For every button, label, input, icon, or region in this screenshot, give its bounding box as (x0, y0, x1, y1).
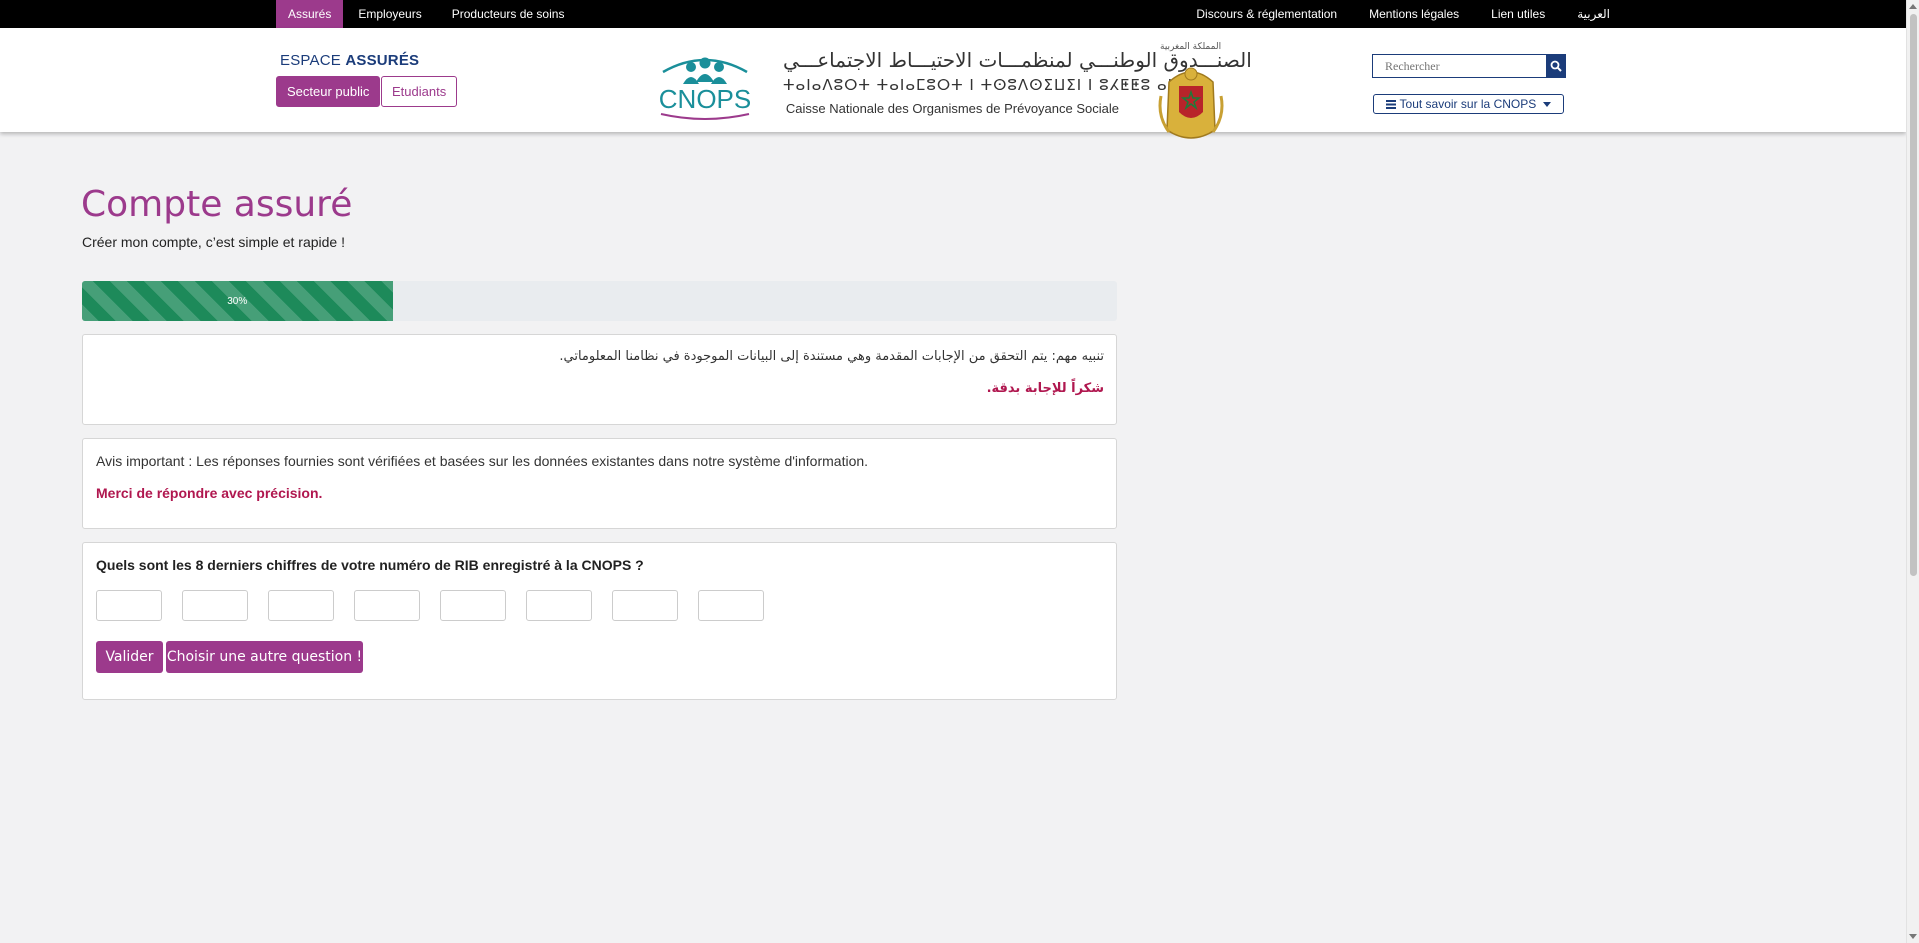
scroll-up-icon[interactable] (1909, 4, 1917, 9)
caret-down-icon (1542, 102, 1551, 107)
progress-bar: 30% (82, 281, 1117, 321)
thanks-text-french: Merci de répondre avec précision. (96, 485, 323, 501)
nav-item-producteurs[interactable]: Producteurs de soins (437, 0, 580, 28)
scrollbar-thumb[interactable] (1910, 14, 1917, 576)
rib-digit-input[interactable] (182, 590, 248, 621)
notice-card-arabic: تنبيه مهم: يتم التحقق من الإجابات المقدم… (82, 334, 1117, 425)
page-subtitle: Créer mon compte, c’est simple et rapide… (82, 234, 345, 250)
espace-prefix: ESPACE (280, 52, 341, 69)
tout-savoir-dropdown[interactable]: Tout savoir sur la CNOPS (1373, 94, 1564, 114)
rib-digit-input[interactable] (612, 590, 678, 621)
question-card: Quels sont les 8 derniers chiffres de vo… (82, 542, 1117, 700)
nav-item-arabic[interactable]: العربية (1561, 0, 1626, 28)
org-name-tifinagh: ⵜⴰⵏⴰⴷⵓⵔⵜ ⵜⴰⵏⴰⵎⵓⵔⵜ ⵏ ⵜⵙⵓⴷⵙⵉⵡⵉⵏ ⵏ ⵓⵃⵟⵟⵓ ⴰⵏ… (783, 76, 1210, 94)
scroll-down-icon[interactable] (1909, 934, 1917, 939)
etudiants-button[interactable]: Etudiants (381, 76, 458, 107)
nav-item-employeurs[interactable]: Employeurs (343, 0, 436, 28)
hamburger-icon (1386, 100, 1397, 109)
page-scrollbar[interactable] (1906, 0, 1919, 943)
nav-item-assures[interactable]: Assurés (276, 0, 344, 36)
thanks-text-arabic: شكراً للإجابة بدقة. (986, 381, 1104, 396)
site-header: ESPACE ASSURÉS Secteur public Etudiants … (0, 28, 1906, 139)
notice-text-french: Avis important : Les réponses fournies s… (96, 453, 869, 469)
org-name-arabic: الصنـــدوق الوطنـــي لمنظمـــات الاحتيــ… (783, 48, 1252, 72)
rib-digit-input[interactable] (96, 590, 162, 621)
org-name-french: Caisse Nationale des Organismes de Prévo… (785, 101, 1119, 116)
page-title: Compte assuré (81, 184, 353, 225)
top-nav-bar: Assurés Employeurs Producteurs de soins … (0, 0, 1906, 36)
progress-label: 30% (227, 295, 248, 307)
tout-savoir-label: Tout savoir sur la CNOPS (1399, 97, 1537, 111)
top-nav-left: Assurés Employeurs Producteurs de soins (276, 0, 580, 36)
nav-item-discours[interactable]: Discours & réglementation (1180, 0, 1353, 28)
search-icon (1550, 60, 1562, 72)
rib-digit-input[interactable] (440, 590, 506, 621)
secteur-public-button[interactable]: Secteur public (276, 76, 381, 107)
rib-digit-input[interactable] (354, 590, 420, 621)
progress-fill: 30% (82, 281, 393, 321)
search-button[interactable] (1546, 54, 1566, 78)
rib-digit-input[interactable] (698, 590, 764, 621)
cnops-logo[interactable]: CNOPS (655, 50, 755, 120)
nav-item-liens[interactable]: Lien utiles (1475, 0, 1561, 28)
logo-text: CNOPS (659, 84, 751, 114)
notice-card-french: Avis important : Les réponses fournies s… (82, 438, 1117, 529)
espace-strong: ASSURÉS (345, 52, 420, 69)
top-nav-right: Discours & réglementation Mentions légal… (1180, 0, 1626, 28)
espace-title: ESPACE ASSURÉS (280, 52, 419, 69)
rib-digit-input[interactable] (268, 590, 334, 621)
search-input[interactable] (1372, 54, 1546, 78)
valider-button[interactable]: Valider (96, 641, 163, 673)
search-box (1372, 54, 1566, 78)
rib-digit-input[interactable] (526, 590, 592, 621)
notice-text-arabic: تنبيه مهم: يتم التحقق من الإجابات المقدم… (559, 349, 1104, 364)
kingdom-label: المملكة المغربية (1160, 42, 1222, 52)
nav-item-mentions[interactable]: Mentions légales (1353, 0, 1475, 28)
question-text: Quels sont les 8 derniers chiffres de vo… (96, 557, 644, 573)
royal-emblem-icon (1158, 67, 1224, 139)
other-question-button[interactable]: Choisir une autre question ! (166, 641, 363, 673)
